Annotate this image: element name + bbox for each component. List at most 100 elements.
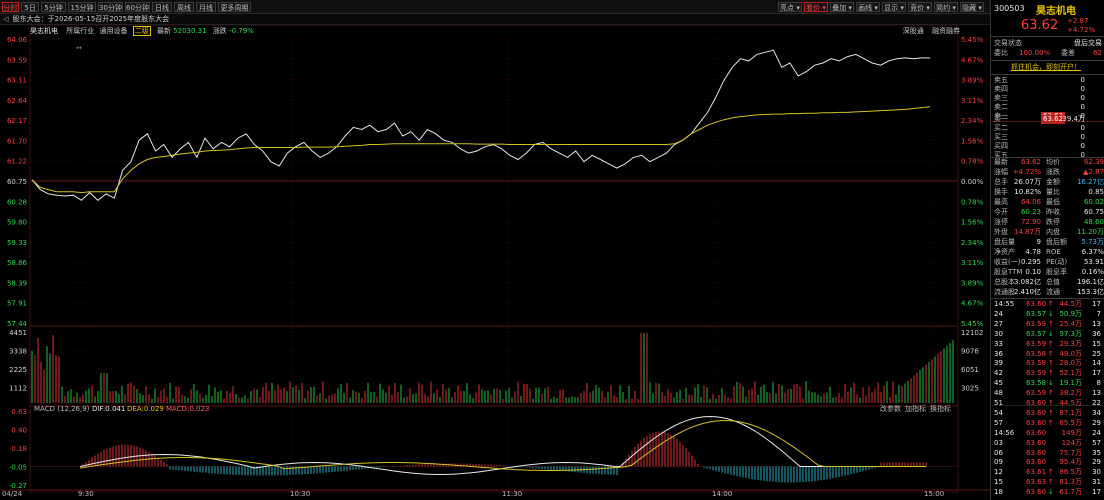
tick-price: 63.59 (1026, 369, 1047, 378)
volume-tick-label: 1112 (9, 385, 27, 393)
bid-level-label: 买一 (994, 115, 1008, 123)
quote-row: 换手 10.82% 量比 0.85 (991, 188, 1104, 197)
stat-label: 流通 (1046, 288, 1060, 296)
intraday-chart[interactable]: 64.06 5.45% 63.59 4.67% 63.11 3.89% 62.64 3.11%… (0, 25, 990, 500)
quote-row: 净资产 4.78 ROE 6.37% (991, 248, 1104, 257)
tick-price: 63.59 (1026, 319, 1047, 328)
tick-count: 35 (1092, 448, 1101, 457)
tick-row: 54 63.60 ↑ 87.1万 34 (991, 409, 1104, 418)
order-diff-value: 62 (1093, 49, 1102, 57)
stat-value: 196.1亿 (1076, 278, 1104, 286)
period-tab-9[interactable]: 更多周期 (218, 2, 251, 12)
macd-title: MACD (12,26,9) (34, 405, 90, 413)
industry-value[interactable]: 通用设备 (99, 27, 127, 35)
quote-row: 盘后量 9 盘后额 5.73万 (991, 238, 1104, 247)
macd-option-1: 加指标 (905, 404, 926, 413)
stat-value: 53.91 (1083, 258, 1104, 266)
ask-volume: 0 (1080, 94, 1085, 102)
period-tab-4[interactable]: 30分钟 (98, 2, 123, 12)
stat-label: 流通股 (994, 288, 1015, 296)
margin-trading-label[interactable]: 融资融券 (932, 27, 960, 35)
tool-tab-7[interactable]: 隐藏 ▾ (960, 2, 984, 12)
tick-price: 63.60 (1026, 438, 1047, 447)
shenzhen-connect-label[interactable]: 深股通 (903, 27, 924, 35)
time-tick-label: 10:30 (290, 490, 310, 498)
tick-row: 51 63.60 ↑ 44.5万 22 (991, 399, 1104, 408)
tool-tab-2[interactable]: 叠加 ▾ (830, 2, 854, 12)
tick-row: 06 63.60 75.7万 35 (991, 449, 1104, 458)
tool-tab-6[interactable]: 简约 ▾ (934, 2, 958, 12)
price-tick-label: 60.28 (7, 198, 27, 206)
quote-row: 涨停 72.90 跌停 48.60 (991, 218, 1104, 227)
tool-tab-1[interactable]: 看价 ▾ (804, 2, 828, 12)
tick-direction: ↓ (1048, 329, 1054, 338)
macd-tick-label: -0.27 (9, 482, 27, 490)
time-tick-label: 15:00 (924, 490, 944, 498)
tick-price: 63.59 (1026, 389, 1047, 398)
tick-time: 24 (994, 309, 1003, 318)
stat-label: 盘后量 (994, 238, 1015, 246)
stat-label: 涨跌 (1046, 168, 1060, 176)
notice-text[interactable]: 股东大会：于2026-05-15召开2025年度股东大会 (13, 15, 170, 23)
tick-time: 14:55 (994, 300, 1015, 308)
tick-time: 12 (994, 468, 1003, 477)
period-tab-5[interactable]: 60分钟 (125, 2, 150, 12)
period-tab-1[interactable]: 5日 (21, 2, 39, 12)
tick-row: 14:55 63.60 ↑ 44.5万 17 (991, 300, 1104, 309)
macd-tick-label: 0.18 (11, 445, 27, 453)
tick-volume: 95.4万 (1059, 458, 1082, 467)
divider (991, 298, 1104, 299)
stat-value: 60.75 (1083, 208, 1104, 216)
stat-value: 0.16% (1081, 268, 1104, 276)
tool-tab-4[interactable]: 显示 ▾ (882, 2, 906, 12)
stat-value: ▲2.87 (1083, 168, 1104, 176)
tool-tab-5[interactable]: 竞价 ▾ (908, 2, 932, 12)
volume-tick-label: 2225 (9, 366, 27, 374)
tick-direction: ↑ (1048, 418, 1054, 427)
tool-tab-3[interactable]: 画线 ▾ (856, 2, 880, 12)
open-account-ad[interactable]: 抓住机会，即刻开户！ (1011, 62, 1081, 72)
tool-tab-0[interactable]: 亮点 ▾ (778, 2, 802, 12)
tick-time: 42 (994, 369, 1003, 378)
quote-row: 买一 63.62 39.4万 (991, 115, 1104, 124)
stat-value: 10.82% (1014, 188, 1041, 196)
tick-row: 24 63.57 ↓ 50.9万 7 (991, 310, 1104, 319)
macd-dea-line (79, 420, 926, 471)
tick-price: 63.61 (1026, 468, 1047, 477)
tick-price: 63.59 (1026, 339, 1047, 348)
period-tab-2[interactable]: 5分钟 (41, 2, 66, 12)
tick-count: 17 (1092, 369, 1101, 378)
pct-tick-label: 3.11% (961, 97, 984, 105)
macd-tick-label: 0.63 (11, 408, 27, 416)
tick-volume: 149万 (1061, 428, 1082, 437)
tick-count: 7 (1096, 309, 1101, 318)
period-tab-7[interactable]: 周线 (174, 2, 194, 12)
stat-label: 总手 (994, 178, 1008, 186)
tick-direction: ↑ (1048, 399, 1054, 407)
stat-value: 62.39 (1083, 158, 1104, 166)
tick-time: 27 (994, 319, 1003, 328)
price-tick-label: 59.80 (7, 219, 27, 227)
index-change-value: -0.79% (229, 27, 254, 35)
stat-value: 60.23 (1020, 208, 1041, 216)
stat-value: 60.02 (1083, 198, 1104, 206)
tick-count: 31 (1092, 478, 1101, 487)
period-tab-6[interactable]: 日线 (152, 2, 172, 12)
stat-label: 总股本 (994, 278, 1015, 286)
stat-value: 153.3亿 (1076, 288, 1104, 296)
stat-value: 16.27亿 (1076, 178, 1104, 186)
pct-tick-label: 4.67% (961, 56, 984, 64)
chart-frame (29, 25, 959, 493)
period-tab-8[interactable]: 月线 (196, 2, 216, 12)
stat-value: 0.10 (1025, 268, 1041, 276)
stat-label: 收益(一) (994, 258, 1021, 266)
tick-volume: 97.3万 (1059, 329, 1082, 338)
index-label: 最新 (156, 27, 171, 35)
tick-price: 63.60 (1026, 428, 1047, 437)
tick-direction: ↑ (1048, 369, 1054, 378)
tick-row: 15 63.63 ↑ 81.3万 31 (991, 478, 1104, 487)
stat-value: 63.62 (1020, 158, 1041, 166)
period-tab-3[interactable]: 15分钟 (68, 2, 96, 12)
ask-volume: 0 (1080, 76, 1085, 84)
period-tab-0[interactable]: 分时 (2, 2, 19, 12)
